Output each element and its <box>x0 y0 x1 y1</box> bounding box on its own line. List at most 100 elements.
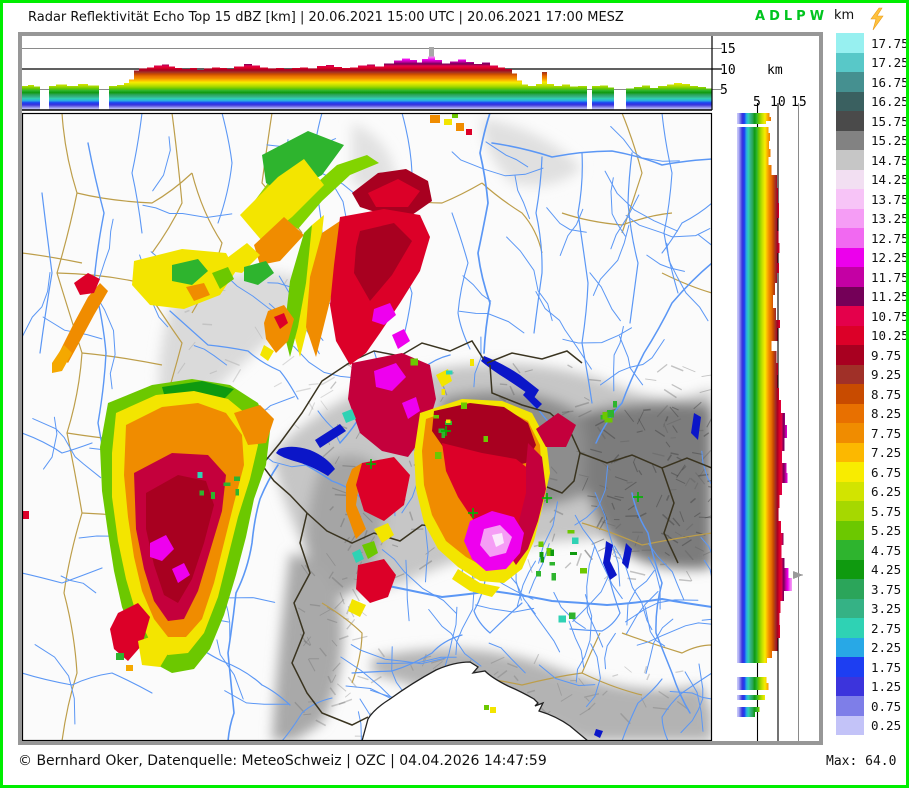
station-status-letters: ADLPW <box>755 9 828 24</box>
legend-swatch <box>836 598 864 618</box>
corner-axis-labels: 15 10 5 km 5 10 15 <box>720 42 807 110</box>
legend-value: 12.75 <box>871 230 909 246</box>
svg-text:km: km <box>767 63 783 78</box>
legend-value: 13.75 <box>871 191 909 207</box>
legend-value: 7.25 <box>871 445 902 460</box>
legend-swatch <box>836 423 864 443</box>
legend-value: 17.25 <box>871 55 909 70</box>
legend-swatch <box>836 540 864 560</box>
legend-value: 17.75 <box>871 35 909 51</box>
legend-row: 4.75 <box>836 540 906 560</box>
legend-swatch <box>836 306 864 326</box>
legend-row: 2.75 <box>836 618 906 638</box>
legend-value: 5.25 <box>871 523 902 538</box>
page-title: Radar Reflektivität Echo Top 15 dBZ [km]… <box>28 10 624 25</box>
legend-value: 16.25 <box>871 94 909 109</box>
legend-row: 6.75 <box>836 462 906 482</box>
station-letter-d: D <box>769 9 780 24</box>
legend-row: 3.25 <box>836 598 906 618</box>
legend-row: 11.25 <box>836 286 909 306</box>
legend-value: 11.25 <box>871 289 909 304</box>
legend-swatch <box>836 384 864 404</box>
legend-row: 7.25 <box>836 442 906 462</box>
legend-row: 16.75 <box>836 72 906 92</box>
radar-plot: 15 10 5 km 5 10 15 <box>21 36 819 742</box>
legend-row: 13.25 <box>836 208 906 228</box>
plot-frame: 15 10 5 km 5 10 15 <box>18 32 823 745</box>
legend-swatch <box>836 481 864 501</box>
legend-value: 3.75 <box>871 581 902 597</box>
height-color-legend: 17.75 17.25 16.75 16.25 15.75 15.25 14.75 14.25… <box>836 33 906 735</box>
legend-swatch <box>836 520 864 540</box>
legend-value: 8.25 <box>871 406 902 421</box>
legend-row: 2.25 <box>836 637 906 657</box>
legend-swatch <box>836 228 864 248</box>
legend-swatch <box>836 579 864 599</box>
legend-value: 14.25 <box>871 172 909 187</box>
legend-unit-label: km <box>834 8 855 23</box>
legend-swatch <box>836 657 864 677</box>
legend-value: 2.75 <box>871 620 902 636</box>
legend-value: 12.25 <box>871 250 909 265</box>
station-letter-l: L <box>783 9 793 24</box>
profile-panel-right <box>716 103 819 741</box>
legend-value: 3.25 <box>871 601 902 616</box>
legend-swatch <box>836 286 864 306</box>
legend-row: 4.25 <box>836 559 906 579</box>
legend-swatch <box>836 52 864 72</box>
svg-text:15: 15 <box>720 42 736 57</box>
svg-text:5: 5 <box>753 95 761 110</box>
legend-row: 15.75 <box>836 111 906 131</box>
legend-swatch <box>836 676 864 696</box>
legend-swatch <box>836 637 864 657</box>
lightning-icon <box>870 7 884 31</box>
legend-swatch <box>836 91 864 111</box>
legend-value: 8.75 <box>871 386 902 402</box>
svg-text:5: 5 <box>720 83 728 98</box>
svg-text:10: 10 <box>720 63 736 78</box>
legend-value: 16.75 <box>871 74 909 90</box>
legend-row: 6.25 <box>836 481 906 501</box>
legend-row: 17.25 <box>836 52 909 72</box>
legend-value: 10.25 <box>871 328 909 343</box>
legend-value: 4.75 <box>871 542 902 558</box>
legend-row: 15.25 <box>836 130 909 150</box>
legend-value: 14.75 <box>871 152 909 168</box>
legend-swatch <box>836 169 864 189</box>
legend-row: 16.25 <box>836 91 909 111</box>
legend-row: 10.25 <box>836 325 909 345</box>
legend-row: 8.25 <box>836 403 906 423</box>
max-value-label: Max: 64.0 <box>826 754 897 769</box>
legend-row: 7.75 <box>836 423 906 443</box>
legend-value: 9.75 <box>871 347 902 363</box>
legend-row: 10.75 <box>836 306 906 326</box>
max-peak-marker-top <box>429 46 434 57</box>
footer-credit: © Bernhard Oker, Datenquelle: MeteoSchwe… <box>18 753 547 769</box>
legend-row: 17.75 <box>836 33 906 53</box>
legend-row: 12.75 <box>836 228 906 248</box>
station-letter-a: A <box>755 9 766 24</box>
legend-value: 11.75 <box>871 269 909 285</box>
legend-row: 11.75 <box>836 267 906 287</box>
legend-value: 6.75 <box>871 464 902 480</box>
legend-row: 5.75 <box>836 501 906 521</box>
legend-value: 9.25 <box>871 367 902 382</box>
legend-row: 1.25 <box>836 676 906 696</box>
legend-swatch <box>836 403 864 423</box>
legend-swatch <box>836 559 864 579</box>
legend-value: 1.25 <box>871 679 902 694</box>
legend-value: 5.75 <box>871 503 902 519</box>
legend-value: 15.25 <box>871 133 909 148</box>
legend-row: 9.75 <box>836 345 906 365</box>
station-letter-w: W <box>809 9 825 24</box>
legend-row: 0.75 <box>836 696 906 716</box>
legend-swatch <box>836 111 864 131</box>
legend-value: 6.25 <box>871 484 902 499</box>
legend-row: 8.75 <box>836 384 906 404</box>
legend-value: 1.75 <box>871 659 902 675</box>
legend-value: 0.75 <box>871 698 902 714</box>
legend-swatch <box>836 72 864 92</box>
legend-swatch <box>836 462 864 482</box>
legend-swatch <box>836 150 864 170</box>
legend-swatch <box>836 696 864 716</box>
